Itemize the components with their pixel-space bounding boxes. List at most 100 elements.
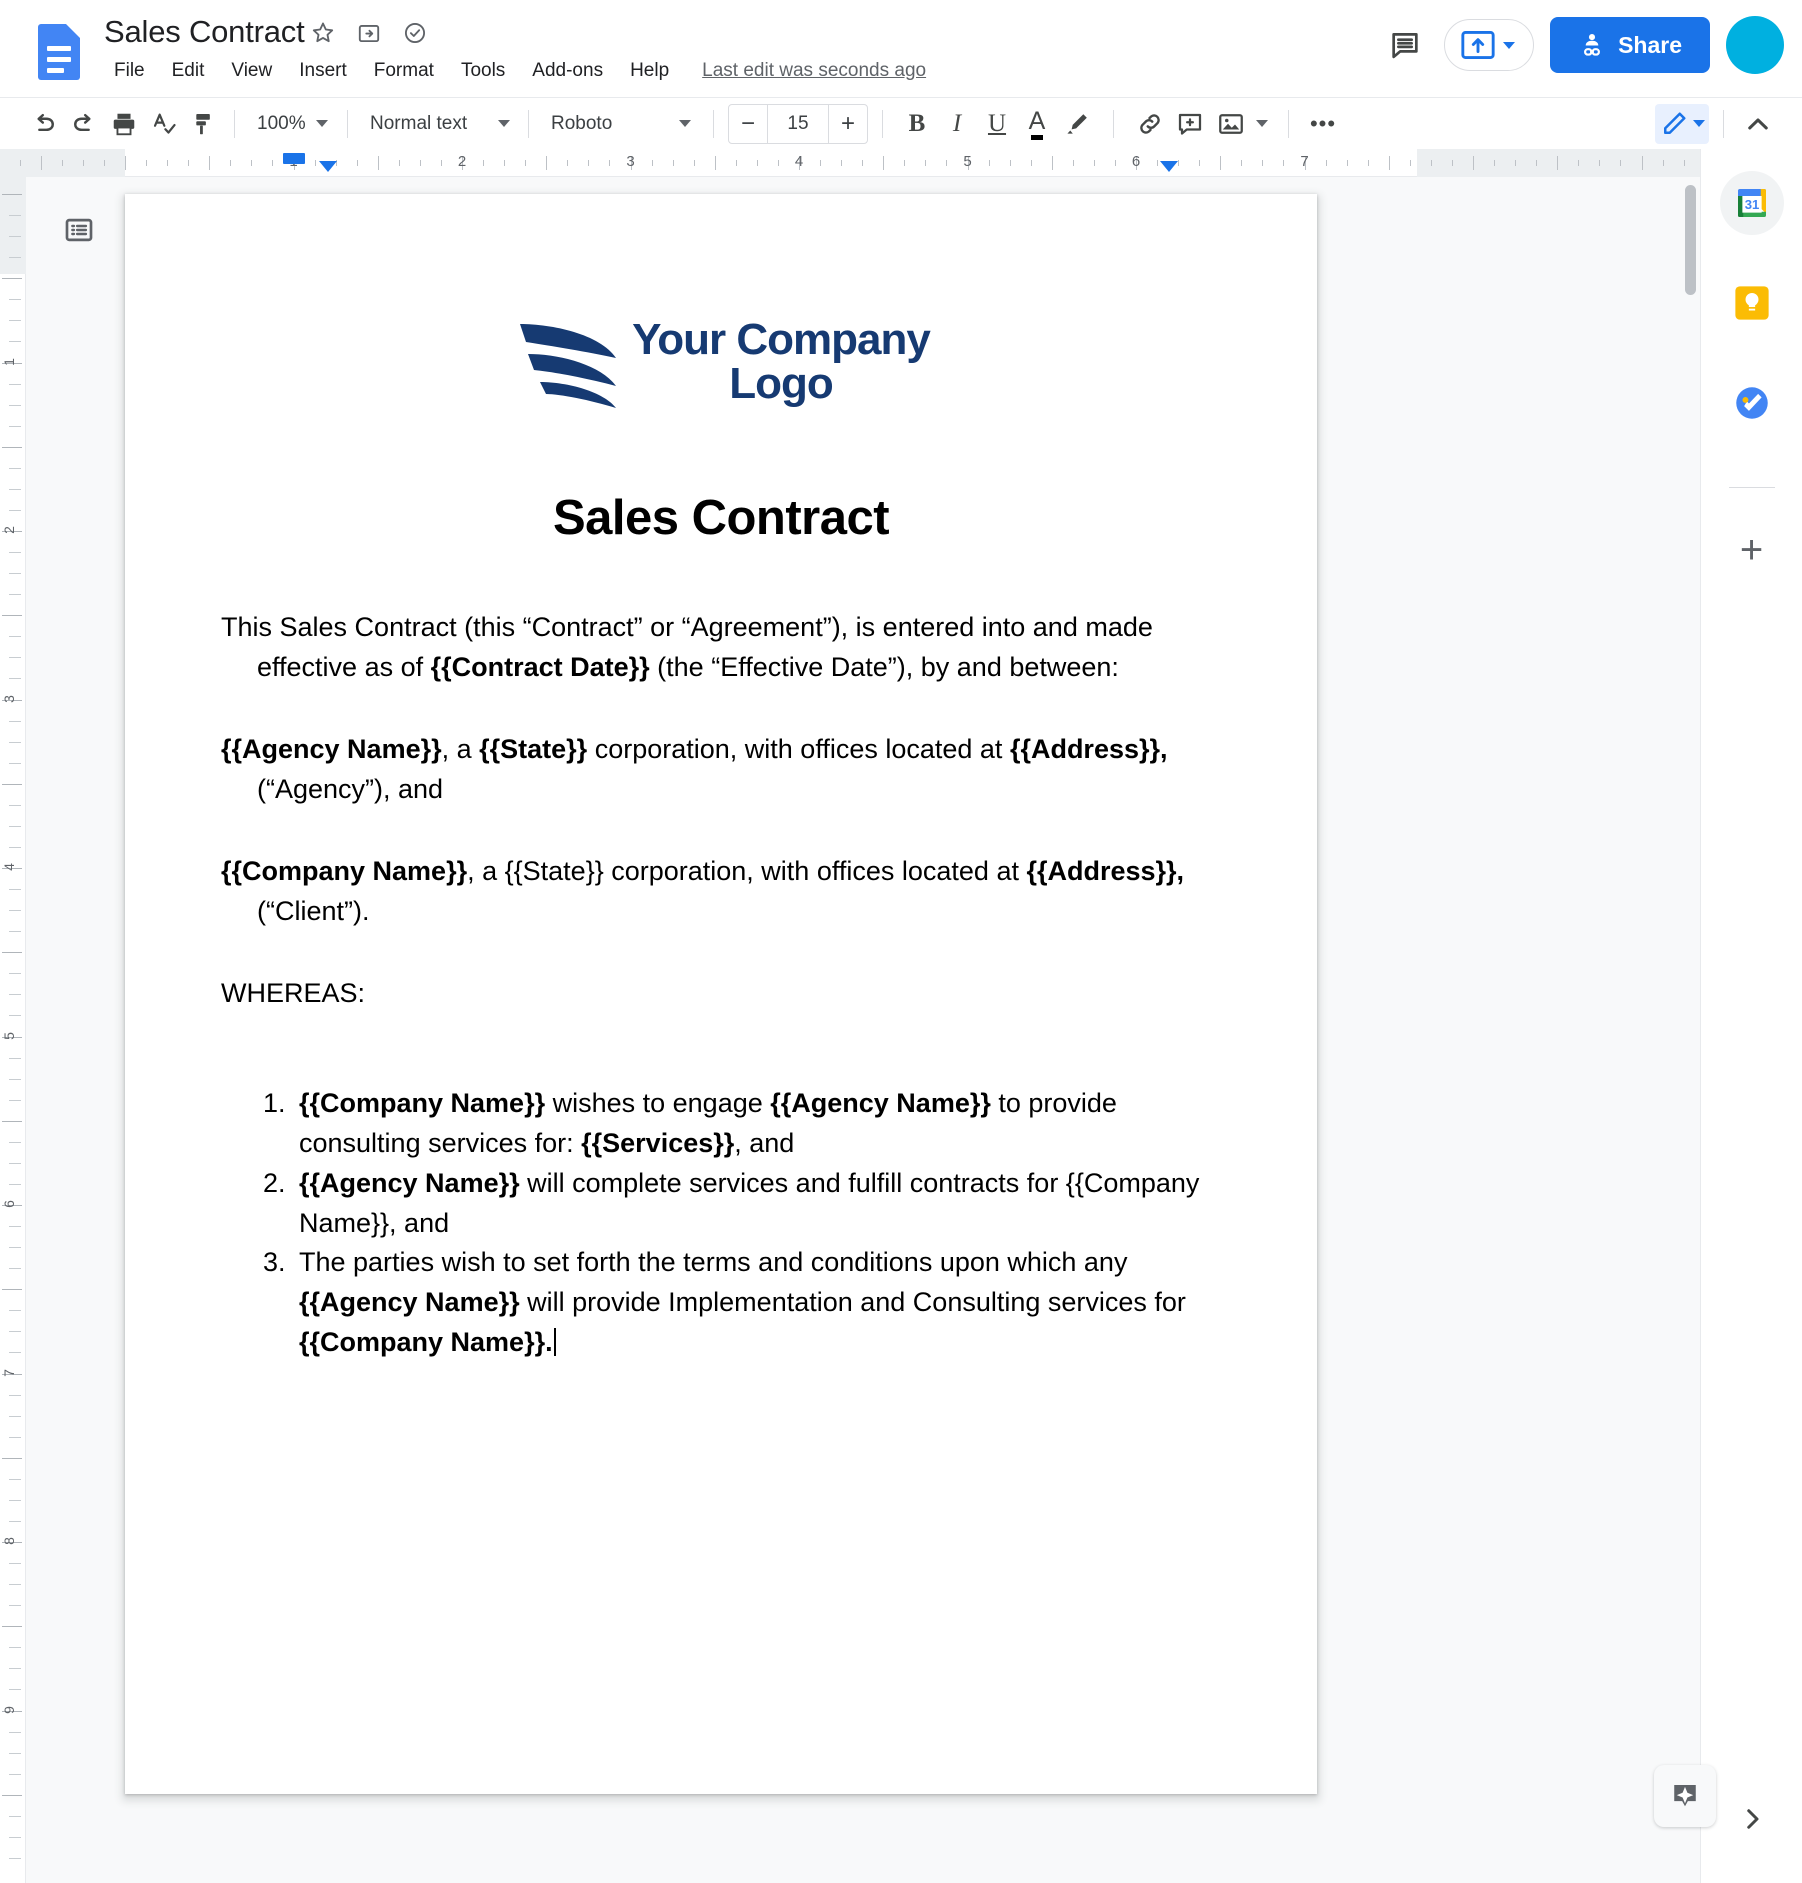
ruler-tick (777, 160, 779, 166)
left-indent-marker[interactable] (319, 161, 337, 172)
menu-item-help[interactable]: Help (620, 56, 679, 86)
menu-item-file[interactable]: File (104, 56, 155, 86)
ruler-tick (9, 299, 21, 301)
cloud-saved-icon[interactable] (402, 20, 428, 46)
ruler-tick (862, 160, 864, 166)
comment-history-icon[interactable] (1382, 22, 1428, 68)
ruler-tick (9, 1647, 21, 1649)
merge-field-text: {{Services}} (581, 1127, 735, 1158)
header-actions: Share (1382, 16, 1784, 74)
font-size-stepper: − 15 + (728, 103, 868, 144)
avatar[interactable] (1726, 16, 1784, 74)
vertical-ruler[interactable]: 1 2 3 4 5 6 7 8 9 (0, 177, 26, 1883)
show-outline-button[interactable] (56, 207, 102, 253)
highlight-pen-icon[interactable] (1057, 104, 1097, 144)
menu-item-edit[interactable]: Edit (162, 56, 215, 86)
add-comment-icon[interactable] (1170, 104, 1210, 144)
ruler-tick (1262, 160, 1264, 166)
star-icon[interactable] (310, 20, 336, 46)
ruler-tick (9, 488, 21, 490)
print-icon[interactable] (104, 104, 144, 144)
ruler-tick (9, 1247, 21, 1249)
expand-sidebar-chevron-icon[interactable] (1737, 1804, 1767, 1839)
insert-image-button[interactable] (1210, 104, 1274, 144)
document-title[interactable]: Sales Contract (104, 14, 305, 50)
ruler-tick (1072, 160, 1074, 166)
ruler-tick (1409, 160, 1411, 166)
italic-button[interactable]: I (937, 104, 977, 144)
ruler-tick (9, 257, 21, 259)
google-keep-icon (1734, 286, 1769, 320)
vertical-scrollbar[interactable] (1685, 185, 1696, 295)
underline-button[interactable]: U (977, 104, 1017, 144)
ruler-tick (1430, 160, 1432, 166)
font-size-input[interactable]: 15 (767, 104, 829, 143)
ruler-tick (103, 160, 105, 166)
last-edit-status[interactable]: Last edit was seconds ago (702, 60, 926, 82)
ruler-tick (756, 160, 758, 166)
font-selector[interactable]: Roboto (539, 104, 699, 144)
ruler-tick (40, 156, 42, 170)
ruler-tick (9, 846, 21, 848)
menu-item-view[interactable]: View (221, 56, 282, 86)
google-calendar-icon: 31 (1737, 189, 1766, 217)
ruler-tick (525, 160, 527, 166)
first-line-indent-marker[interactable] (283, 153, 305, 164)
spellcheck-icon[interactable] (144, 104, 184, 144)
link-icon[interactable] (1130, 104, 1170, 144)
menu-item-addons[interactable]: Add-ons (522, 56, 613, 86)
google-docs-logo-icon[interactable] (38, 24, 80, 80)
top-bar: Sales Contract File Edit View Insert For… (0, 0, 1802, 110)
ruler-tick (356, 160, 358, 166)
undo-icon[interactable] (24, 104, 64, 144)
sidebar-item-keep[interactable] (1720, 271, 1784, 335)
menu-item-insert[interactable]: Insert (289, 56, 357, 86)
font-size-decrease-button[interactable]: − (729, 105, 767, 143)
document-body[interactable]: This Sales Contract (this “Contract” or … (221, 608, 1221, 1363)
menu-item-format[interactable]: Format (364, 56, 444, 86)
ruler-tick (9, 1394, 21, 1396)
paint-format-icon[interactable] (184, 104, 224, 144)
paragraph-p-intro[interactable]: This Sales Contract (this “Contract” or … (221, 608, 1221, 688)
horizontal-ruler[interactable]: 11234567 (0, 149, 1700, 177)
ruler-tick (2, 1289, 22, 1291)
text-color-button[interactable]: A (1017, 104, 1057, 144)
ruler-tick (2, 615, 22, 617)
menu-item-tools[interactable]: Tools (451, 56, 515, 86)
more-options-button[interactable]: ••• (1303, 104, 1343, 144)
font-size-increase-button[interactable]: + (829, 105, 867, 143)
right-indent-marker[interactable] (1160, 161, 1178, 172)
collapse-toolbar-icon[interactable] (1738, 104, 1778, 144)
ruler-tick (2, 1626, 22, 1628)
document-page[interactable]: Your Company Logo Sales Contract This Sa… (125, 194, 1317, 1794)
body-text: (“Agency”), and (257, 773, 444, 804)
ruler-tick (9, 1183, 21, 1185)
redo-icon[interactable] (64, 104, 104, 144)
editing-mode-selector[interactable] (1655, 103, 1709, 144)
toolbar-divider (1113, 109, 1114, 138)
list-item[interactable]: The parties wish to set forth the terms … (293, 1243, 1221, 1363)
move-to-folder-icon[interactable] (356, 20, 382, 46)
explore-button[interactable] (1654, 1765, 1716, 1827)
body-text: The parties wish to set forth the terms … (299, 1247, 1128, 1278)
toolbar-divider (1723, 109, 1724, 138)
share-button[interactable]: Share (1550, 17, 1710, 73)
list-item[interactable]: {{Company Name}} wishes to engage {{Agen… (293, 1084, 1221, 1164)
zoom-selector[interactable]: 100% (245, 104, 337, 144)
body-text: WHEREAS: (221, 977, 366, 1008)
paragraph-style-selector[interactable]: Normal text (358, 104, 518, 144)
paragraph-p-whereas[interactable]: WHEREAS: (221, 974, 1221, 1014)
sidebar-item-tasks[interactable] (1720, 371, 1784, 435)
paragraph-p-company[interactable]: {{Company Name}}, a {{State}} corporatio… (221, 852, 1221, 932)
ruler-tick (1473, 156, 1474, 170)
list-item[interactable]: {{Agency Name}} will complete services a… (293, 1164, 1221, 1244)
get-add-ons-button[interactable]: + (1724, 522, 1780, 578)
ruler-tick (9, 1078, 21, 1080)
ruler-tick (9, 1015, 21, 1017)
ruler-number: 4 (0, 863, 17, 871)
present-button[interactable] (1444, 19, 1535, 71)
bold-button[interactable]: B (897, 104, 937, 144)
sidebar-item-calendar[interactable]: 31 (1719, 171, 1784, 235)
pencil-editing-icon (1664, 112, 1686, 134)
paragraph-p-agency[interactable]: {{Agency Name}}, a {{State}} corporation… (221, 730, 1221, 810)
